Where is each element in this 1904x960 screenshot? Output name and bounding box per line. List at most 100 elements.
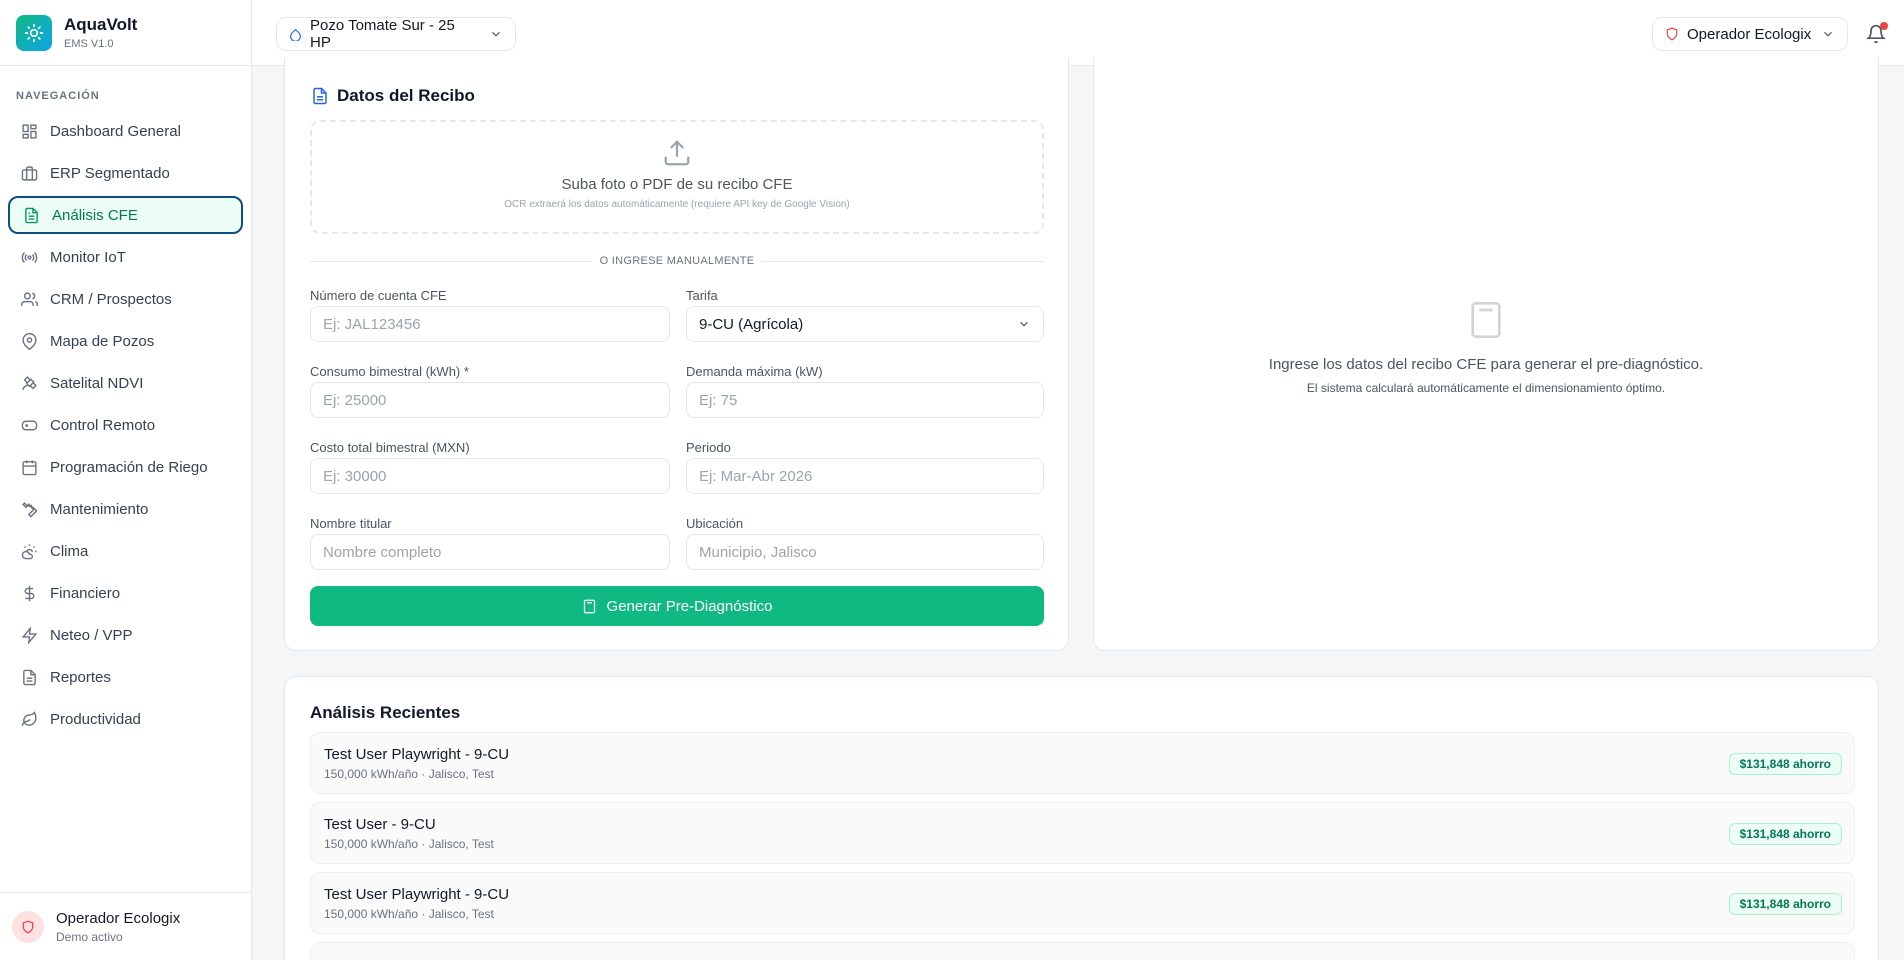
- app-version: EMS V1.0: [64, 38, 114, 50]
- upload-subtitle: OCR extraerá los datos automáticamente (…: [504, 199, 850, 210]
- satellite-icon: [20, 374, 38, 392]
- titular-label: Nombre titular: [310, 516, 392, 531]
- sidebar-item-neteo[interactable]: Neteo / VPP: [8, 616, 243, 654]
- pozo-selector[interactable]: Pozo Tomate Sur - 25 HP: [276, 17, 516, 51]
- chevron-down-icon: [489, 27, 503, 41]
- cuenta-label: Número de cuenta CFE: [310, 288, 447, 303]
- costo-label: Costo total bimestral (MXN): [310, 440, 470, 455]
- shield-icon: [1665, 27, 1679, 41]
- recent-item-title: Test User Playwright - 9-CU: [324, 886, 510, 903]
- operator-label: Operador Ecologix: [1687, 25, 1812, 43]
- sidebar-item-label: Mantenimiento: [50, 500, 149, 518]
- consumo-input[interactable]: Ej: 25000: [310, 382, 670, 418]
- app-name: AquaVolt: [64, 15, 138, 34]
- sidebar-item-label: Reportes: [50, 668, 111, 686]
- sidebar-item-label: Dashboard General: [50, 122, 181, 140]
- sidebar-item-label: Satelital NDVI: [50, 374, 144, 392]
- periodo-input[interactable]: Ej: Mar-Abr 2026: [686, 458, 1044, 494]
- sidebar-item-control-remoto[interactable]: Control Remoto: [8, 406, 243, 444]
- savings-badge: $131,848 ahorro: [1728, 823, 1842, 845]
- sidebar-item-label: ERP Segmentado: [50, 164, 170, 182]
- ubicacion-label: Ubicación: [686, 516, 744, 531]
- nav-section-title: NAVEGACIÓN: [16, 90, 100, 102]
- cloud-sun-icon: [20, 542, 38, 560]
- sidebar-item-crm[interactable]: CRM / Prospectos: [8, 280, 243, 318]
- periodo-label: Periodo: [686, 440, 731, 455]
- sidebar-item-clima[interactable]: Clima: [8, 532, 243, 570]
- result-card: Ingrese los datos del recibo CFE para ge…: [1093, 58, 1879, 651]
- tarifa-select[interactable]: 9-CU (Agrícola): [686, 306, 1044, 342]
- receipt-form-card: Datos del Recibo Suba foto o PDF de su r…: [284, 58, 1069, 651]
- user-name: Operador Ecologix: [56, 909, 181, 927]
- user-status: Demo activo: [56, 929, 123, 944]
- broadcast-icon: [20, 248, 38, 266]
- sidebar-item-financiero[interactable]: Financiero: [8, 574, 243, 612]
- sidebar-item-monitor-iot[interactable]: Monitor IoT: [8, 238, 243, 276]
- droplet-icon: [289, 28, 302, 41]
- form-title: Datos del Recibo: [311, 86, 475, 106]
- sidebar-item-label: Análisis CFE: [52, 206, 138, 224]
- recent-item-title: Test User Playwright - 9-CU: [324, 746, 510, 763]
- map-pin-icon: [20, 332, 38, 350]
- recent-title: Análisis Recientes: [310, 703, 461, 722]
- upload-title: Suba foto o PDF de su recibo CFE: [561, 176, 793, 193]
- sun-logo-icon: [16, 14, 52, 51]
- sidebar-item-label: Financiero: [50, 584, 121, 602]
- sidebar-item-riego[interactable]: Programación de Riego: [8, 448, 243, 486]
- cuenta-input[interactable]: Ej: JAL123456: [310, 306, 670, 342]
- notifications-button[interactable]: [1864, 22, 1888, 46]
- costo-input[interactable]: Ej: 30000: [310, 458, 670, 494]
- sidebar-item-label: Mapa de Pozos: [50, 332, 155, 350]
- generate-prediagnostic-button[interactable]: Generar Pre-Diagnóstico: [310, 586, 1044, 626]
- upload-icon: [662, 138, 692, 168]
- document-icon: [311, 87, 329, 105]
- sidebar-item-mapa-pozos[interactable]: Mapa de Pozos: [8, 322, 243, 360]
- users-icon: [20, 290, 38, 308]
- leaf-icon: [20, 710, 38, 728]
- recent-item-title: Test User - 9-CU: [324, 816, 436, 833]
- list-item[interactable]: Test User - 9-CU 150,000 kWh/año · Jalis…: [310, 802, 1855, 864]
- sidebar-item-satelital[interactable]: Satelital NDVI: [8, 364, 243, 402]
- sidebar-item-label: Control Remoto: [50, 416, 156, 434]
- pozo-selector-label: Pozo Tomate Sur - 25 HP: [310, 17, 455, 51]
- bolt-icon: [20, 626, 38, 644]
- dollar-icon: [20, 584, 38, 602]
- document-icon: [22, 206, 40, 224]
- savings-badge: $131,848 ahorro: [1728, 893, 1842, 915]
- sidebar-item-productividad[interactable]: Productividad: [8, 700, 243, 738]
- list-item[interactable]: [310, 942, 1855, 960]
- sidebar: AquaVolt EMS V1.0 NAVEGACIÓN Dashboard G…: [0, 0, 252, 960]
- calendar-icon: [20, 458, 38, 476]
- demanda-input[interactable]: Ej: 75: [686, 382, 1044, 418]
- ubicacion-input[interactable]: Municipio, Jalisco: [686, 534, 1044, 570]
- wrench-icon: [20, 500, 38, 518]
- chevron-down-icon: [1017, 317, 1031, 331]
- titular-input[interactable]: Nombre completo: [310, 534, 670, 570]
- top-header: Pozo Tomate Sur - 25 HP Operador Ecologi…: [252, 0, 1904, 66]
- recent-item-subtitle: 150,000 kWh/año · Jalisco, Test: [324, 767, 494, 781]
- list-item[interactable]: Test User Playwright - 9-CU 150,000 kWh/…: [310, 872, 1855, 934]
- upload-dropzone[interactable]: Suba foto o PDF de su recibo CFE OCR ext…: [310, 120, 1044, 234]
- dashboard-icon: [20, 122, 38, 140]
- sidebar-item-label: Programación de Riego: [50, 458, 208, 476]
- sidebar-item-reportes[interactable]: Reportes: [8, 658, 243, 696]
- gamepad-icon: [20, 416, 38, 434]
- recent-analyses-card: Análisis Recientes Test User Playwright …: [284, 676, 1879, 960]
- notification-dot: [1880, 22, 1888, 30]
- consumo-label: Consumo bimestral (kWh) *: [310, 364, 469, 379]
- sidebar-item-label: CRM / Prospectos: [50, 290, 172, 308]
- sidebar-item-mantenimiento[interactable]: Mantenimiento: [8, 490, 243, 528]
- list-item[interactable]: Test User Playwright - 9-CU 150,000 kWh/…: [310, 732, 1855, 794]
- operator-menu[interactable]: Operador Ecologix: [1652, 17, 1848, 51]
- calculator-icon: [582, 599, 597, 614]
- result-placeholder-sub: El sistema calculará automáticamente el …: [1306, 381, 1666, 395]
- recent-item-subtitle: 150,000 kWh/año · Jalisco, Test: [324, 837, 494, 851]
- sidebar-item-erp[interactable]: ERP Segmentado: [8, 154, 243, 192]
- sidebar-item-label: Monitor IoT: [50, 248, 126, 266]
- tarifa-label: Tarifa: [686, 288, 718, 303]
- generate-button-label: Generar Pre-Diagnóstico: [606, 597, 773, 615]
- sidebar-item-dashboard[interactable]: Dashboard General: [8, 112, 243, 150]
- user-profile[interactable]: Operador Ecologix Demo activo: [0, 892, 251, 960]
- sidebar-item-analisis-cfe[interactable]: Análisis CFE: [8, 196, 243, 234]
- brand[interactable]: AquaVolt EMS V1.0: [0, 0, 251, 66]
